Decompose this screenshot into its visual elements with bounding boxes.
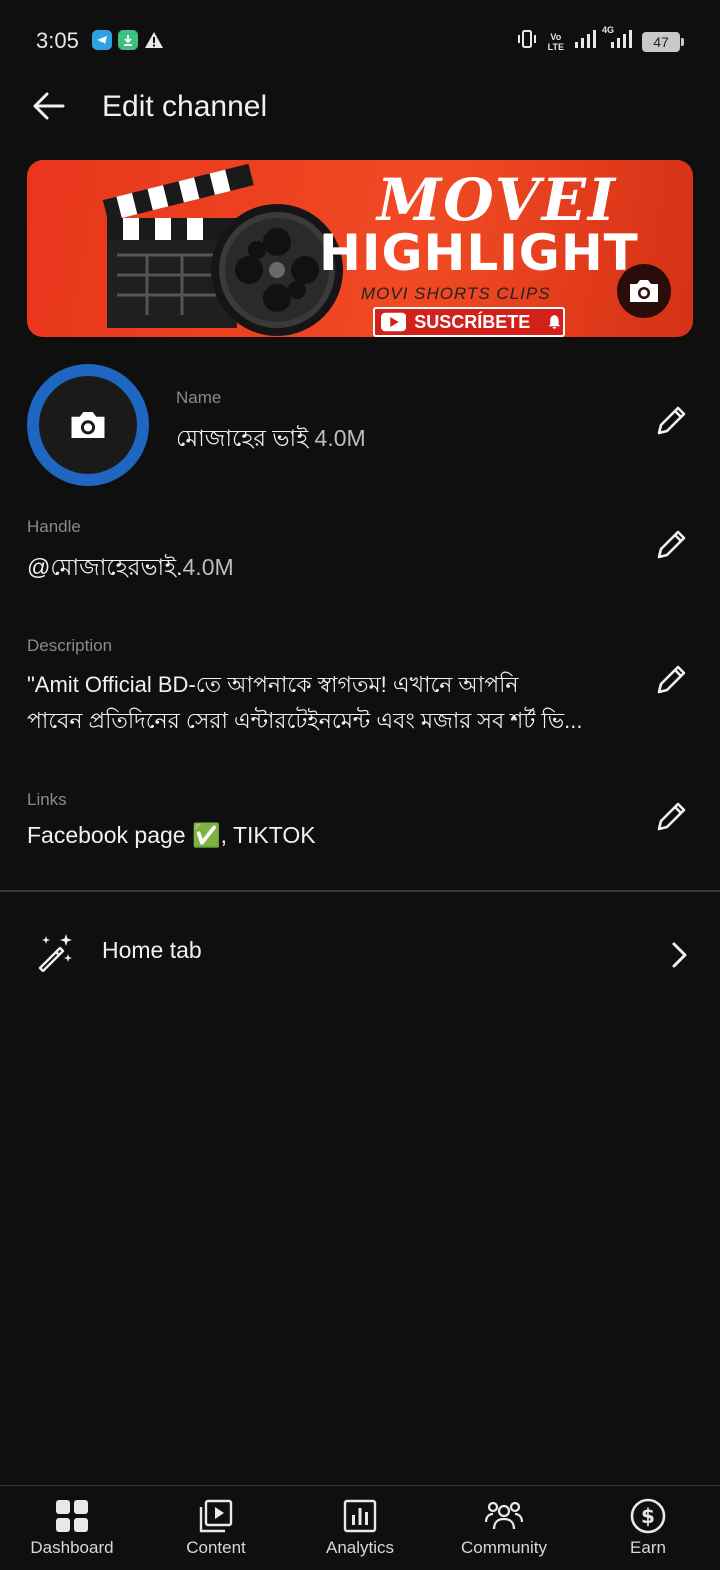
home-tab-label: Home tab [102,937,202,963]
description-line-1: "Amit Official BD-তে আপনাকে স্বাগতম! এখা… [27,672,519,697]
edit-links-button[interactable] [652,798,690,836]
nav-label: Community [461,1538,547,1557]
handle-value: @মোজাহেরভাই.4.0M [27,554,234,580]
avatar-edit-button[interactable] [27,364,149,486]
earn-icon: $ [628,1496,668,1536]
dashboard-icon [52,1496,92,1536]
nav-label: Analytics [325,1538,395,1557]
nav-label: Earn [630,1538,666,1557]
pencil-icon [657,802,686,831]
name-value: মোজাহের ভাই 4.0M [176,425,366,451]
vibrate-icon [516,28,538,55]
links-value: Facebook page ✅, TIKTOK [27,822,316,848]
edit-name-button[interactable] [652,402,690,440]
banner-brand-line2: HIGHLIGHT [319,224,639,282]
camera-icon [71,412,105,438]
edit-description-button[interactable] [652,661,690,699]
home-tab-row[interactable]: Home tab [0,920,720,984]
play-icon [381,312,407,332]
description-line-2: পাবেন প্রতিদিনের সেরা এন্টারটেইনমেন্ট এব… [27,708,583,733]
bottom-nav: Dashboard Content Analytics Community $ … [0,1485,720,1570]
system-icons: Vo LTE 4G 47 [516,25,684,55]
page-title: Edit channel [102,90,268,123]
status-time: 3:05 [36,28,79,53]
nav-analytics[interactable]: Analytics [288,1486,432,1570]
status-bar: 3:05 Vo LTE 4G 47 [0,0,720,80]
nav-label: Dashboard [30,1538,114,1557]
bell-icon [548,315,561,329]
banner-subscribe-graphic: SUSCRÍBETE [373,307,565,337]
app-header: Edit channel [0,80,720,136]
download-icon [118,30,138,50]
links-label: Links [27,790,67,809]
content-icon [196,1496,236,1536]
nav-community[interactable]: Community [432,1486,576,1570]
camera-icon [630,280,658,302]
section-divider [0,890,720,892]
volte-indicator: Vo LTE [547,31,564,52]
pencil-icon [657,406,686,435]
nav-earn[interactable]: $ Earn [576,1486,720,1570]
signal-icon [574,29,596,54]
nav-label: Content [186,1538,246,1557]
community-icon [484,1496,524,1536]
name-label: Name [176,388,222,407]
description-label: Description [27,636,113,655]
back-button[interactable] [28,86,68,126]
pencil-icon [657,530,686,559]
channel-banner[interactable]: MOVEI HIGHLIGHT MOVI SHORTS CLIPS SUSCRÍ… [27,160,693,337]
chevron-right-icon [672,942,687,968]
signal-4g-icon: 4G [602,25,632,54]
analytics-icon [340,1496,380,1536]
nav-dashboard[interactable]: Dashboard [0,1486,144,1570]
handle-label: Handle [27,517,81,536]
banner-camera-button[interactable] [617,264,671,318]
pencil-icon [657,665,686,694]
warning-icon [144,30,164,50]
battery-indicator: 47 [642,31,684,52]
svg-text:$: $ [641,1504,655,1528]
nav-content[interactable]: Content [144,1486,288,1570]
telegram-icon [92,30,112,50]
edit-handle-button[interactable] [652,526,690,564]
magic-wand-icon [38,934,72,972]
arrow-left-icon [33,92,65,120]
banner-subtitle: MOVI SHORTS CLIPS [361,284,551,303]
notification-icons [92,30,164,50]
